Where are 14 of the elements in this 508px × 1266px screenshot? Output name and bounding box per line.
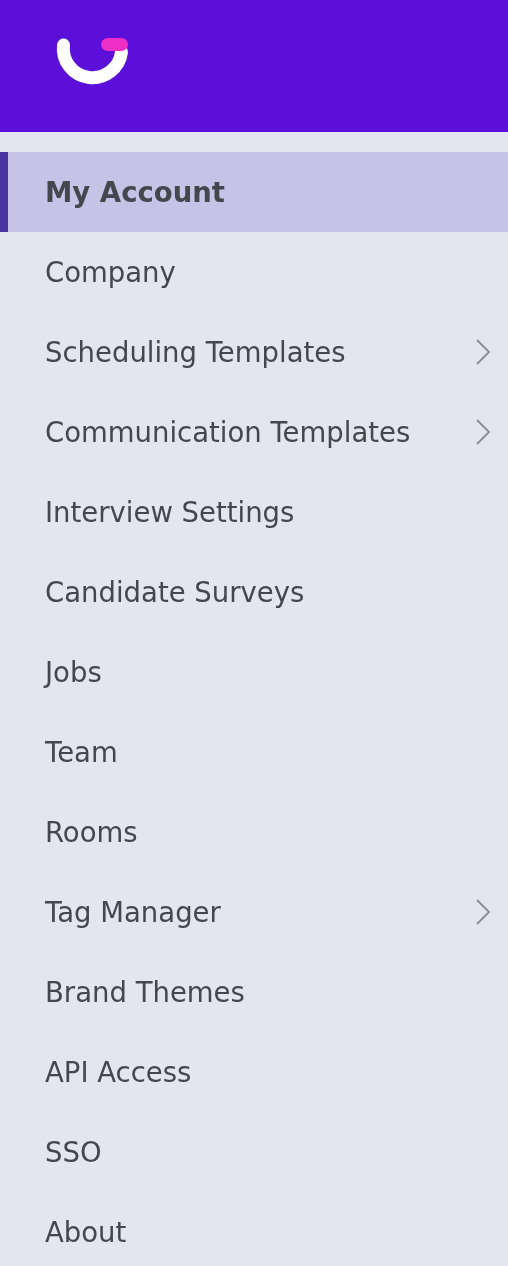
menu-item[interactable]: About [0, 1192, 508, 1266]
menu-item[interactable]: Communication Templates [0, 392, 508, 472]
menu-item[interactable]: Brand Themes [0, 952, 508, 1032]
menu-item[interactable]: API Access [0, 1032, 508, 1112]
menu-item[interactable]: Team [0, 712, 508, 792]
menu-item[interactable]: Rooms [0, 792, 508, 872]
menu-item[interactable]: Jobs [0, 632, 508, 712]
menu-item[interactable]: Candidate Surveys [0, 552, 508, 632]
menu-item[interactable]: Scheduling Templates [0, 312, 508, 392]
menu-item[interactable]: Company [0, 232, 508, 312]
menu-item[interactable]: Tag Manager [0, 872, 508, 952]
menu-item[interactable]: Interview Settings [0, 472, 508, 552]
menu-item[interactable]: SSO [0, 1112, 508, 1192]
menu-item[interactable]: My Account [0, 152, 508, 232]
